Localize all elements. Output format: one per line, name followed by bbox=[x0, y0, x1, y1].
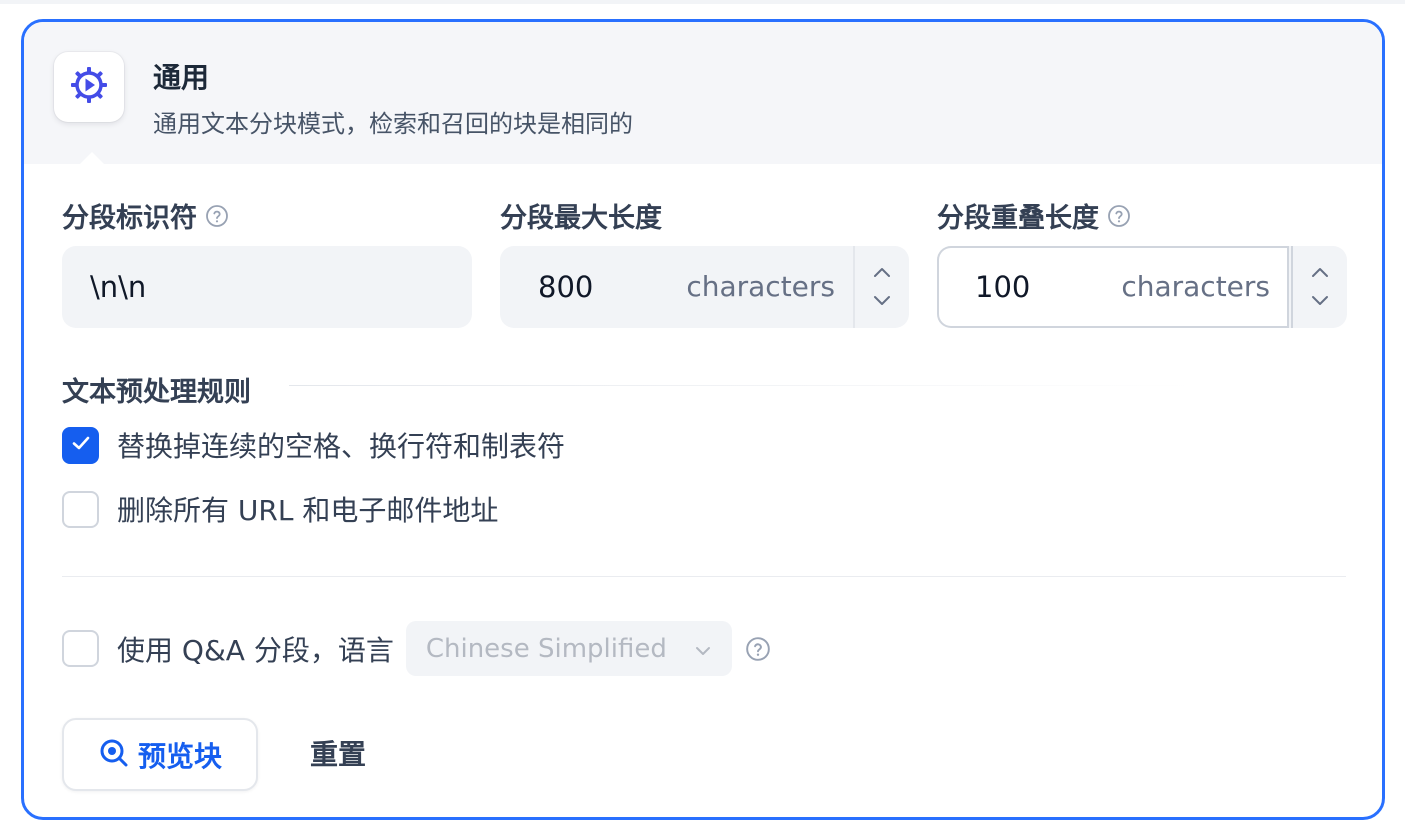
chevron-down-icon[interactable] bbox=[1311, 292, 1329, 311]
general-chunk-settings-card: 通用 通用文本分块模式，检索和召回的块是相同的 分段标识符 \n\n 分段最大长… bbox=[21, 19, 1385, 820]
section-divider bbox=[289, 385, 1194, 386]
rule-checkbox-checked[interactable] bbox=[62, 426, 99, 464]
header-caret bbox=[80, 152, 104, 164]
help-icon[interactable] bbox=[1107, 204, 1131, 228]
preview-label: 预览块 bbox=[137, 739, 222, 773]
preprocessing-title: 文本预处理规则 bbox=[62, 377, 251, 408]
max-length-value[interactable]: 800 bbox=[538, 246, 593, 328]
max-length-unit: characters bbox=[686, 270, 835, 303]
top-strip bbox=[0, 0, 1405, 4]
gear-play-icon bbox=[69, 65, 109, 109]
separator-input[interactable]: \n\n bbox=[62, 246, 472, 328]
preview-chunks-button[interactable]: 预览块 bbox=[62, 718, 258, 791]
overlap-input[interactable]: 100 characters bbox=[937, 246, 1347, 328]
reset-button[interactable]: 重置 bbox=[292, 718, 384, 791]
overlap-stepper[interactable] bbox=[1291, 246, 1347, 328]
rule-label: 删除所有 URL 和电子邮件地址 bbox=[117, 494, 499, 527]
language-value: Chinese Simplified bbox=[425, 633, 667, 664]
qa-segment-row: 使用 Q&A 分段，语言 Chinese Simplified bbox=[62, 621, 771, 676]
rule-label: 替换掉连续的空格、换行符和制表符 bbox=[117, 430, 566, 463]
separator-label: 分段标识符 bbox=[62, 196, 229, 235]
separator-label-text: 分段标识符 bbox=[62, 203, 197, 234]
language-select[interactable]: Chinese Simplified bbox=[405, 621, 732, 676]
max-length-input[interactable]: 800 characters bbox=[500, 246, 909, 328]
overlap-value[interactable]: 100 bbox=[975, 246, 1030, 328]
mode-icon-box bbox=[54, 52, 124, 122]
search-preview-icon bbox=[98, 737, 130, 773]
rule-replace-whitespace[interactable]: 替换掉连续的空格、换行符和制表符 bbox=[62, 425, 565, 465]
overlap-label: 分段重叠长度 bbox=[937, 196, 1131, 235]
max-length-label-text: 分段最大长度 bbox=[500, 203, 662, 234]
mode-title: 通用 bbox=[153, 61, 210, 94]
help-icon[interactable] bbox=[745, 636, 771, 662]
rule-checkbox[interactable] bbox=[62, 490, 99, 528]
overlap-label-text: 分段重叠长度 bbox=[937, 203, 1099, 234]
help-icon[interactable] bbox=[205, 204, 229, 228]
chevron-down-icon bbox=[694, 634, 712, 664]
card-header[interactable]: 通用 通用文本分块模式，检索和召回的块是相同的 bbox=[24, 22, 1382, 164]
overlap-unit: characters bbox=[1121, 270, 1270, 303]
max-length-stepper[interactable] bbox=[853, 246, 909, 328]
qa-label: 使用 Q&A 分段，语言 bbox=[117, 633, 394, 667]
checkmark-icon bbox=[70, 432, 92, 458]
chevron-up-icon[interactable] bbox=[1311, 263, 1329, 282]
chevron-down-icon[interactable] bbox=[873, 292, 891, 311]
separator-value[interactable]: \n\n bbox=[90, 246, 146, 328]
max-length-label: 分段最大长度 bbox=[500, 196, 662, 235]
mode-description: 通用文本分块模式，检索和召回的块是相同的 bbox=[153, 110, 633, 138]
chevron-up-icon[interactable] bbox=[873, 263, 891, 282]
rule-remove-urls[interactable]: 删除所有 URL 和电子邮件地址 bbox=[62, 489, 498, 529]
qa-checkbox[interactable] bbox=[62, 630, 99, 667]
divider bbox=[62, 576, 1346, 577]
